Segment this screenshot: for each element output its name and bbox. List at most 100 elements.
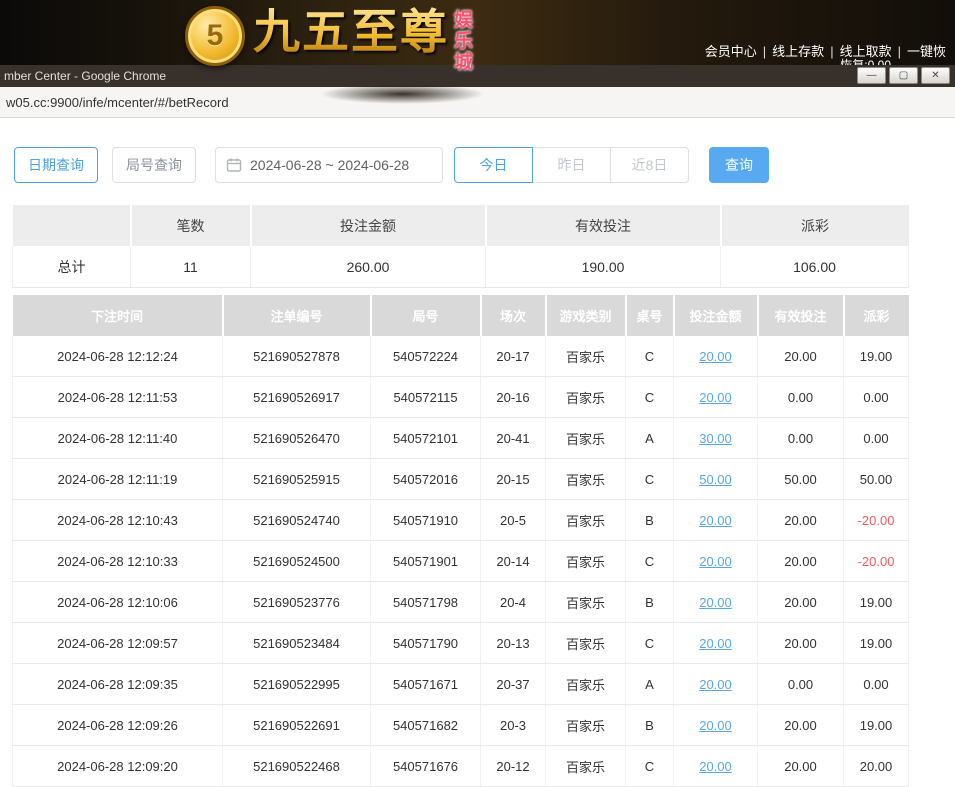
bet-amount-link[interactable]: 30.00 [674, 418, 758, 459]
bet-cell-3: 20-16 [481, 377, 546, 418]
summary-value-cell-2: 260.00 [251, 246, 486, 288]
bet-cell-1: 521690526917 [223, 377, 371, 418]
bet-cell-3: 20-3 [481, 705, 546, 746]
table-row: 2024-06-28 12:09:57521690523484540571790… [13, 623, 909, 664]
bet-amount-link[interactable]: 20.00 [674, 705, 758, 746]
bet-cell-2: 540571910 [371, 500, 481, 541]
nav-link-3[interactable]: 一键恢 [907, 44, 946, 59]
bet-record-table: 下注时间注单编号局号场次游戏类别桌号投注金额有效投注派彩 2024-06-28 … [12, 295, 909, 787]
bet-cell-0: 2024-06-28 12:11:19 [13, 459, 223, 500]
nav-separator: | [898, 44, 901, 59]
bet-header-cell-1: 注单编号 [223, 295, 371, 336]
nav-link-1[interactable]: 线上存款 [772, 44, 824, 59]
bet-cell-3: 20-14 [481, 541, 546, 582]
bet-cell-8: -20.00 [844, 500, 909, 541]
logo-subtitle-char-0: 娱 [454, 10, 473, 31]
bet-amount-link[interactable]: 20.00 [674, 746, 758, 787]
bet-cell-7: 20.00 [758, 746, 844, 787]
bet-cell-5: C [626, 746, 674, 787]
bet-cell-2: 540572115 [371, 377, 481, 418]
search-button[interactable]: 查询 [709, 147, 769, 183]
bet-amount-link[interactable]: 20.00 [674, 336, 758, 377]
bet-cell-8: 0.00 [844, 377, 909, 418]
bet-amount-link[interactable]: 20.00 [674, 582, 758, 623]
logo-subtitle-vertical: 娱乐城 [454, 10, 473, 73]
bet-cell-0: 2024-06-28 12:10:43 [13, 500, 223, 541]
bet-header-cell-4: 游戏类别 [546, 295, 626, 336]
bet-cell-1: 521690523484 [223, 623, 371, 664]
nav-link-2[interactable]: 线上取款 [840, 44, 892, 59]
bet-cell-0: 2024-06-28 12:11:40 [13, 418, 223, 459]
table-row: 2024-06-28 12:10:06521690523776540571798… [13, 582, 909, 623]
bet-record-page: 日期查询 局号查询 2024-06-28 ~ 2024-06-28 今日 昨日 … [0, 118, 955, 769]
bet-cell-0: 2024-06-28 12:09:26 [13, 705, 223, 746]
bet-cell-2: 540572101 [371, 418, 481, 459]
bet-cell-4: 百家乐 [546, 582, 626, 623]
bet-cell-5: A [626, 664, 674, 705]
summary-total-row: 总计11260.00190.00106.00 [13, 246, 909, 288]
bet-cell-1: 521690526470 [223, 418, 371, 459]
bet-header-cell-8: 派彩 [844, 295, 909, 336]
today-button[interactable]: 今日 [454, 147, 533, 183]
bet-amount-link[interactable]: 20.00 [674, 377, 758, 418]
banner-nav: 会员中心|线上存款|线上取款|一键恢 [700, 41, 951, 60]
maximize-button[interactable]: ▢ [889, 67, 918, 84]
summary-value-cell-3: 190.00 [486, 246, 721, 288]
round-query-tab[interactable]: 局号查询 [112, 147, 196, 183]
bet-cell-3: 20-37 [481, 664, 546, 705]
bet-cell-0: 2024-06-28 12:12:24 [13, 336, 223, 377]
bet-cell-5: C [626, 623, 674, 664]
nav-link-0[interactable]: 会员中心 [705, 44, 757, 59]
table-body: 2024-06-28 12:12:24521690527878540572224… [13, 336, 909, 787]
summary-value-cell-0: 总计 [13, 246, 131, 288]
quick-range-group: 今日 昨日 近8日 [454, 147, 689, 183]
summary-header-cell-0 [13, 205, 131, 246]
bet-cell-2: 540572224 [371, 336, 481, 377]
bet-cell-1: 521690523776 [223, 582, 371, 623]
last8days-button[interactable]: 近8日 [610, 147, 689, 183]
bet-amount-link[interactable]: 20.00 [674, 623, 758, 664]
minimize-button[interactable]: — [857, 67, 886, 84]
bet-cell-7: 50.00 [758, 459, 844, 500]
bet-amount-link[interactable]: 20.00 [674, 664, 758, 705]
bet-amount-link[interactable]: 50.00 [674, 459, 758, 500]
bet-amount-link[interactable]: 20.00 [674, 500, 758, 541]
bet-cell-8: 0.00 [844, 418, 909, 459]
bet-cell-7: 20.00 [758, 623, 844, 664]
table-row: 2024-06-28 12:09:35521690522995540571671… [13, 664, 909, 705]
bet-cell-4: 百家乐 [546, 623, 626, 664]
window-title: mber Center - Google Chrome [4, 69, 166, 83]
date-range-input[interactable]: 2024-06-28 ~ 2024-06-28 [215, 147, 443, 183]
bet-cell-1: 521690525915 [223, 459, 371, 500]
bet-cell-2: 540571790 [371, 623, 481, 664]
bet-cell-3: 20-41 [481, 418, 546, 459]
bet-cell-4: 百家乐 [546, 664, 626, 705]
date-query-tab[interactable]: 日期查询 [14, 147, 98, 183]
bet-cell-8: 19.00 [844, 336, 909, 377]
bet-cell-2: 540571798 [371, 582, 481, 623]
bet-header-cell-7: 有效投注 [758, 295, 844, 336]
bet-cell-1: 521690522995 [223, 664, 371, 705]
bet-cell-0: 2024-06-28 12:10:06 [13, 582, 223, 623]
bet-cell-5: B [626, 500, 674, 541]
bet-cell-2: 540571901 [371, 541, 481, 582]
table-row: 2024-06-28 12:10:33521690524500540571901… [13, 541, 909, 582]
bet-cell-4: 百家乐 [546, 746, 626, 787]
bet-header-cell-2: 局号 [371, 295, 481, 336]
url-text[interactable]: w05.cc:9900/infe/mcenter/#/betRecord [6, 95, 229, 110]
site-logo: 5 九五至尊 娱乐城 [185, 2, 473, 73]
bet-amount-link[interactable]: 20.00 [674, 541, 758, 582]
filter-toolbar: 日期查询 局号查询 2024-06-28 ~ 2024-06-28 今日 昨日 … [14, 147, 769, 183]
coin-number: 5 [188, 9, 242, 63]
table-header-row: 下注时间注单编号局号场次游戏类别桌号投注金额有效投注派彩 [13, 295, 909, 336]
bet-cell-1: 521690522468 [223, 746, 371, 787]
bet-cell-4: 百家乐 [546, 377, 626, 418]
bet-cell-8: 0.00 [844, 664, 909, 705]
close-button[interactable]: ✕ [921, 67, 950, 84]
bet-header-cell-6: 投注金额 [674, 295, 758, 336]
bet-cell-0: 2024-06-28 12:09:20 [13, 746, 223, 787]
summary-table: 笔数投注金额有效投注派彩 总计11260.00190.00106.00 [12, 205, 909, 288]
yesterday-button[interactable]: 昨日 [532, 147, 611, 183]
bet-cell-3: 20-17 [481, 336, 546, 377]
bet-cell-8: 19.00 [844, 705, 909, 746]
